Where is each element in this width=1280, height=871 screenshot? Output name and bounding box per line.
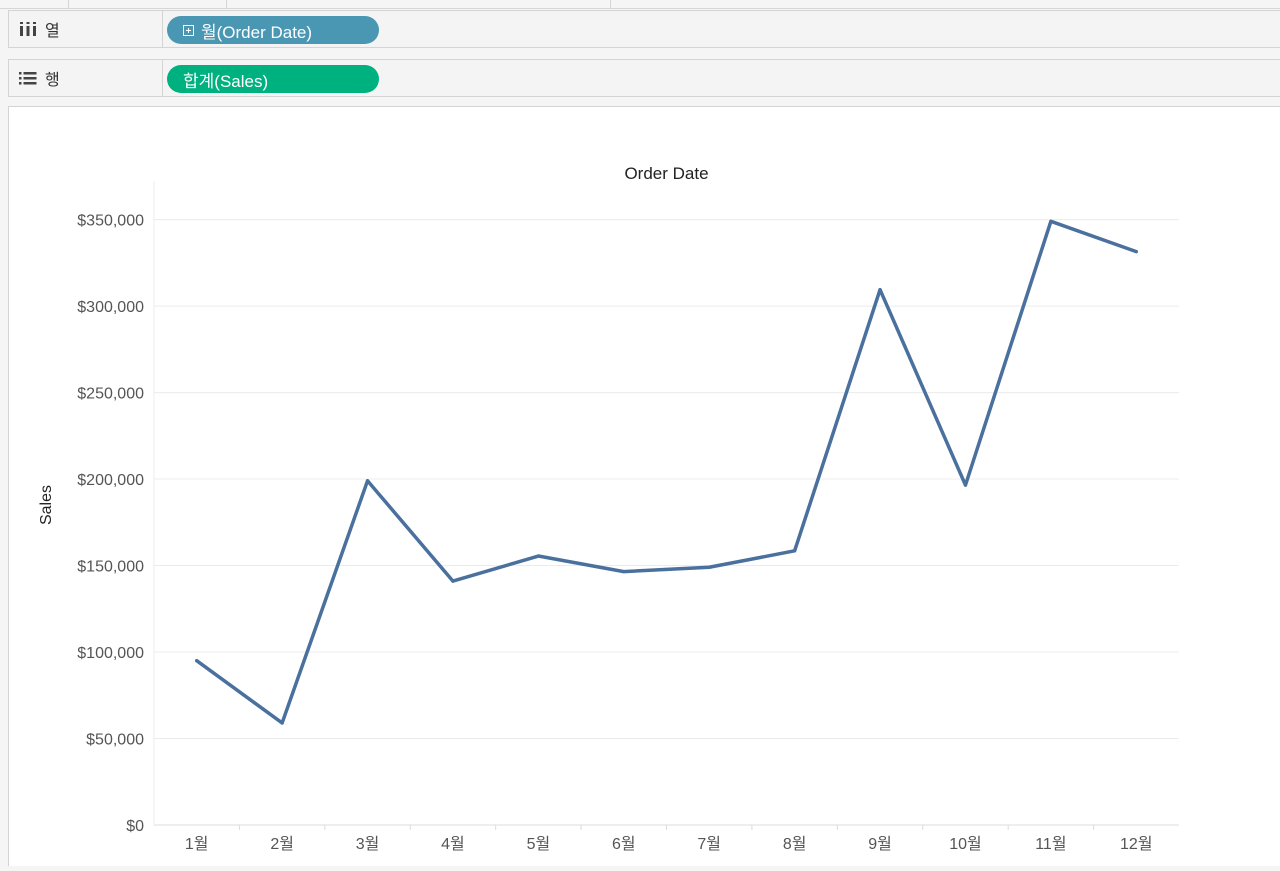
chart-canvas: Order Date Sales $0 $50,000 $100,000 $150,0… bbox=[8, 106, 1280, 866]
y-tick-label: $300,000 bbox=[77, 299, 144, 316]
y-tick-label: $350,000 bbox=[77, 213, 144, 230]
top-strip-divider bbox=[226, 0, 227, 8]
y-tick-label: $150,000 bbox=[77, 559, 144, 576]
x-tick-label: 2월 bbox=[270, 835, 294, 853]
data-point bbox=[195, 659, 199, 663]
data-point bbox=[1134, 249, 1138, 254]
sum-sales-pill[interactable]: 합계(Sales) bbox=[167, 65, 379, 93]
data-point bbox=[878, 288, 882, 292]
rows-shelf-label: 행 bbox=[9, 60, 163, 96]
rows-icon bbox=[19, 72, 37, 85]
x-axis-ticks: 1월 2월 3월 4월 5월 6월 7월 8월 9월 10월 11월 12월 bbox=[185, 825, 1153, 853]
chart-title: Order Date bbox=[624, 164, 708, 183]
y-tick-label: $50,000 bbox=[86, 732, 144, 749]
x-tick-label: 12월 bbox=[1120, 835, 1153, 853]
sales-line bbox=[194, 219, 1139, 725]
top-strip-divider bbox=[610, 0, 611, 8]
y-tick-label: $0 bbox=[126, 818, 144, 835]
data-point bbox=[451, 579, 455, 583]
sum-sales-pill-label: 합계(Sales) bbox=[183, 71, 269, 91]
columns-icon bbox=[20, 22, 36, 36]
data-point bbox=[622, 569, 626, 574]
columns-shelf[interactable]: 열 월(Order Date) bbox=[8, 10, 1280, 48]
x-tick-label: 3월 bbox=[356, 835, 380, 853]
columns-shelf-title: 열 bbox=[45, 23, 60, 40]
top-strip-divider bbox=[68, 0, 69, 8]
data-point bbox=[793, 549, 797, 553]
rows-shelf[interactable]: 행 합계(Sales) bbox=[8, 59, 1280, 97]
rows-shelf-title: 행 bbox=[45, 72, 60, 89]
y-axis-label: Sales bbox=[38, 485, 55, 525]
data-point bbox=[280, 721, 284, 725]
data-point bbox=[536, 554, 540, 558]
x-tick-label: 8월 bbox=[783, 835, 807, 853]
y-tick-label: $100,000 bbox=[77, 645, 144, 662]
x-tick-label: 1월 bbox=[185, 835, 209, 853]
expand-plus-icon[interactable] bbox=[183, 24, 194, 36]
columns-shelf-label: 열 bbox=[9, 11, 163, 47]
x-tick-label: 11월 bbox=[1035, 835, 1066, 853]
series-layer bbox=[194, 219, 1139, 725]
y-axis-ticks: $0 $50,000 $100,000 $150,000 $200,000 $250,00… bbox=[77, 213, 144, 835]
x-tick-label: 10월 bbox=[949, 835, 982, 853]
y-tick-label: $250,000 bbox=[77, 386, 144, 403]
line-chart: Order Date Sales $0 $50,000 $100,000 $150,0… bbox=[38, 164, 1179, 853]
data-point bbox=[963, 483, 968, 487]
x-tick-label: 4월 bbox=[441, 835, 465, 853]
x-tick-label: 5월 bbox=[527, 835, 551, 853]
data-point bbox=[707, 565, 711, 569]
data-point bbox=[1049, 219, 1053, 223]
y-tick-label: $200,000 bbox=[77, 472, 144, 489]
x-tick-label: 6월 bbox=[612, 835, 636, 853]
order-date-month-pill-label: 월(Order Date) bbox=[201, 22, 313, 42]
data-point bbox=[365, 479, 370, 483]
top-strip bbox=[0, 0, 1280, 9]
x-tick-label: 7월 bbox=[697, 835, 721, 853]
gridlines bbox=[153, 181, 1179, 826]
x-tick-label: 9월 bbox=[868, 835, 892, 853]
order-date-month-pill[interactable]: 월(Order Date) bbox=[167, 16, 379, 44]
